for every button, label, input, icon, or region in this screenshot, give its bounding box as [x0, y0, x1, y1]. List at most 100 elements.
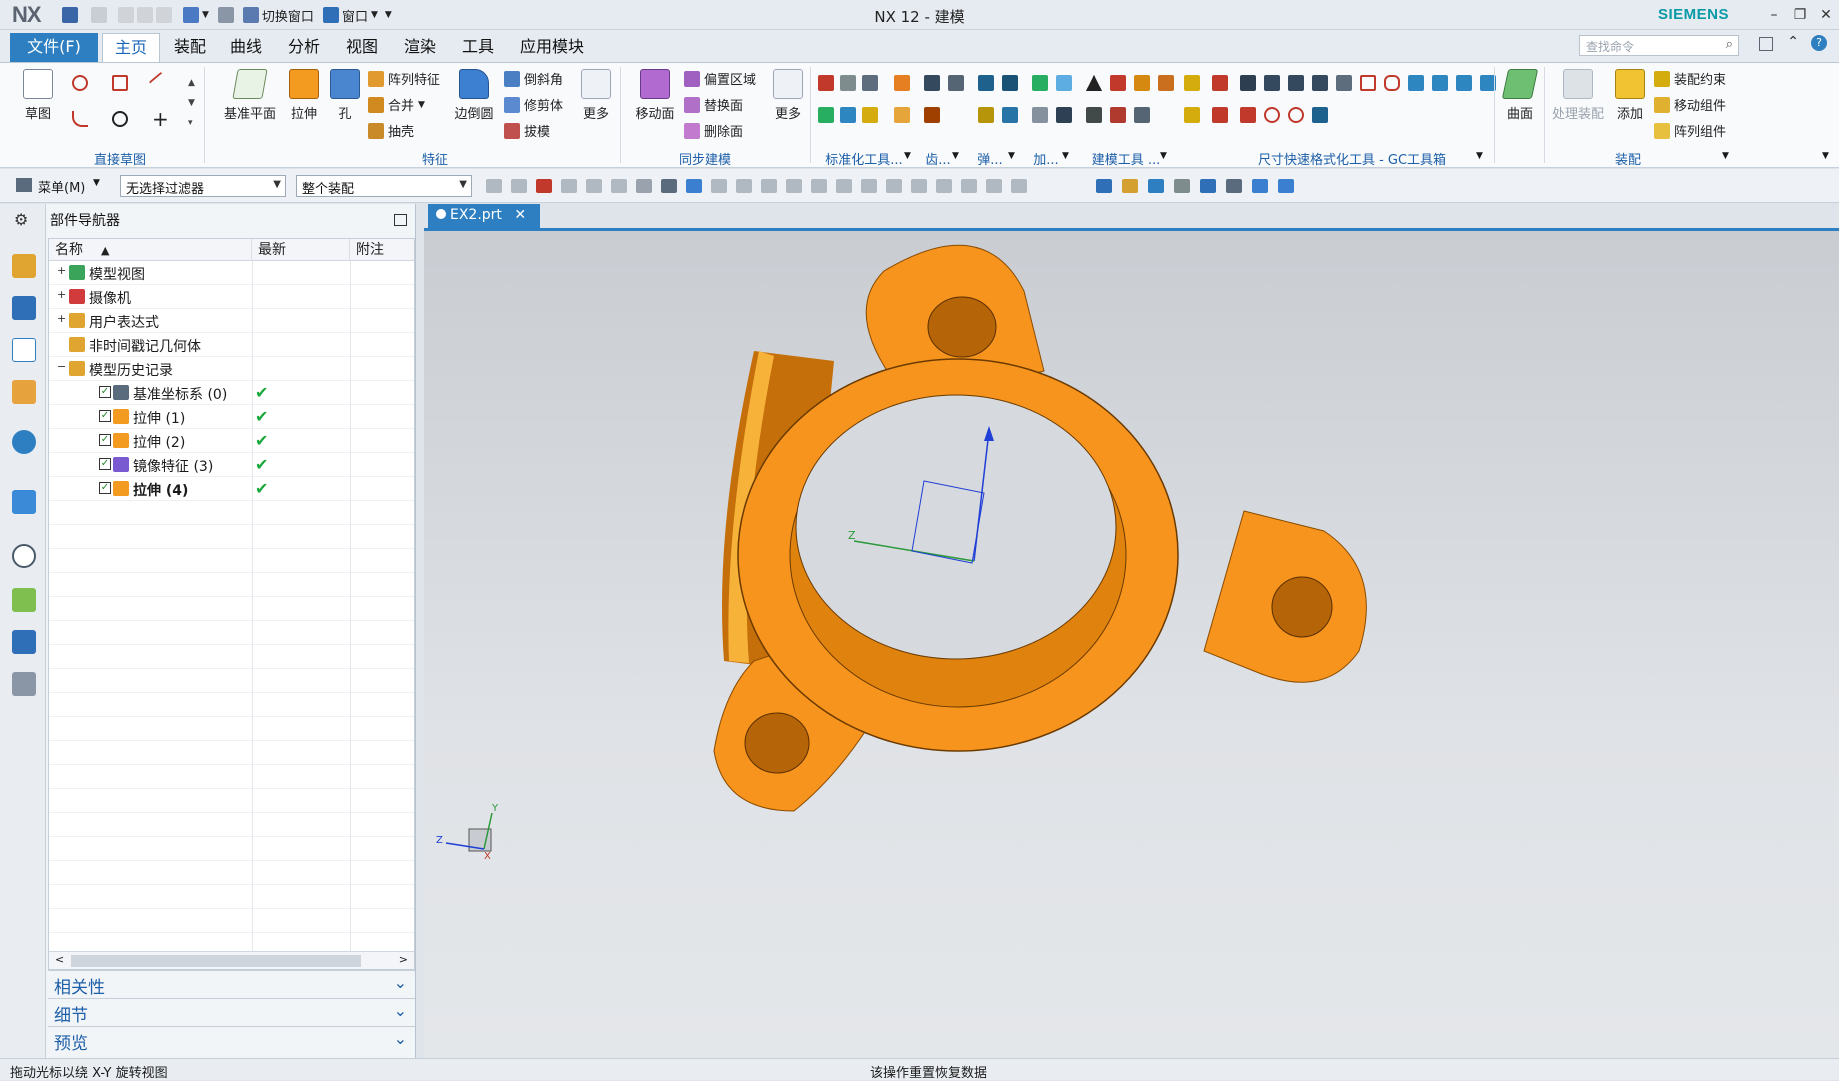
dimension-tool-icon[interactable]: [1240, 75, 1256, 91]
shell-button[interactable]: 抽壳: [368, 121, 414, 140]
menu-icon[interactable]: [16, 178, 32, 192]
snap-point-icon[interactable]: [836, 179, 852, 193]
circle-icon[interactable]: [112, 111, 128, 127]
tree-row[interactable]: + 摄像机: [49, 285, 414, 309]
more-features-button[interactable]: 更多: [578, 69, 614, 122]
chevron-down-icon[interactable]: ▼: [93, 178, 100, 188]
assembly-navigator-icon[interactable]: [12, 254, 36, 278]
graphics-window[interactable]: Z Y Z X: [424, 228, 1839, 1062]
unite-button[interactable]: 合并 ▼: [368, 95, 425, 114]
model-view[interactable]: Z Y Z X: [424, 231, 1839, 1062]
snap-point-icon[interactable]: [511, 179, 527, 193]
customize-qa-icon[interactable]: ▼: [385, 10, 392, 20]
view-tool-icon[interactable]: [1174, 179, 1190, 193]
top-lug-hole[interactable]: [927, 296, 997, 358]
edge-blend-button[interactable]: 边倒圆: [450, 69, 498, 122]
command-search-input[interactable]: 查找命令: [1579, 35, 1739, 56]
move-component-button[interactable]: 移动组件: [1654, 95, 1726, 114]
scroll-right-icon[interactable]: >: [399, 953, 408, 966]
chevron-down-icon[interactable]: ▼: [1062, 151, 1069, 161]
point-icon[interactable]: +: [152, 107, 169, 131]
spring-icon[interactable]: [978, 107, 994, 123]
ribbon-options-chevron-icon[interactable]: ▼: [1822, 151, 1829, 161]
offset-region-button[interactable]: 偏置区域: [684, 69, 756, 88]
chevron-down-icon[interactable]: ▼: [1008, 151, 1015, 161]
snap-point-icon[interactable]: [786, 179, 802, 193]
move-face-button[interactable]: 移动面: [630, 69, 680, 122]
view-tool-icon[interactable]: [1226, 179, 1242, 193]
add-component-button[interactable]: 添加: [1612, 69, 1648, 122]
window-menu-button[interactable]: 窗口: [342, 6, 368, 25]
replace-face-button[interactable]: 替换面: [684, 95, 743, 114]
part-navigator-icon[interactable]: [12, 338, 36, 362]
hd3d-tools-icon[interactable]: [12, 430, 36, 454]
window-icon[interactable]: [322, 7, 339, 23]
snap-point-icon[interactable]: [536, 179, 552, 193]
snap-point-icon[interactable]: [911, 179, 927, 193]
tree-row[interactable]: ✓ 镜像特征 (3) ✔: [49, 453, 414, 477]
machining-icon[interactable]: [1056, 75, 1072, 91]
arc-icon[interactable]: [72, 111, 88, 127]
view-tool-icon[interactable]: [1252, 179, 1268, 193]
dimension-tool-icon[interactable]: [1408, 75, 1424, 91]
gear-icon[interactable]: [948, 75, 964, 91]
type-filter-select[interactable]: 无选择过滤器 ▼: [120, 175, 286, 197]
pattern-feature-button[interactable]: 阵列特征: [368, 69, 440, 88]
tool-icon[interactable]: [862, 107, 878, 123]
tool-icon[interactable]: [862, 75, 878, 91]
profile-icon[interactable]: [72, 75, 88, 91]
tree-row[interactable]: ✓ 拉伸 (4) ✔: [49, 477, 414, 501]
close-icon[interactable]: ✕: [514, 207, 526, 223]
snap-point-icon[interactable]: [961, 179, 977, 193]
chevron-down-icon[interactable]: ▼: [1722, 151, 1729, 161]
view-tool-icon[interactable]: [1278, 179, 1294, 193]
snap-point-icon[interactable]: [711, 179, 727, 193]
scroll-left-icon[interactable]: <: [55, 953, 64, 966]
snap-point-icon[interactable]: [1011, 179, 1027, 193]
tab-tools[interactable]: 工具: [450, 33, 506, 62]
dimension-tool-icon[interactable]: [1212, 75, 1228, 91]
feature-suppress-checkbox[interactable]: ✓: [99, 386, 111, 398]
modeling-tool-icon[interactable]: [1086, 107, 1102, 123]
modeling-tool-icon[interactable]: [1184, 107, 1200, 123]
tab-home[interactable]: 主页: [102, 33, 161, 62]
line-icon[interactable]: [148, 71, 172, 95]
dimension-tool-icon[interactable]: [1432, 75, 1448, 91]
dimension-tool-icon[interactable]: [1336, 75, 1352, 91]
snap-point-icon[interactable]: [736, 179, 752, 193]
chevron-down-icon[interactable]: ▼: [202, 10, 209, 20]
expand-icon[interactable]: +: [57, 289, 67, 300]
gear-icon[interactable]: [924, 75, 940, 91]
help-icon[interactable]: ?: [1811, 35, 1827, 51]
snap-point-icon[interactable]: [886, 179, 902, 193]
web-browser-icon[interactable]: [12, 490, 36, 514]
reuse-library-icon[interactable]: [12, 380, 36, 404]
ribbon-options-icon[interactable]: [1759, 37, 1773, 51]
search-icon[interactable]: ⌕: [1726, 37, 1733, 52]
undo-icon[interactable]: [91, 7, 107, 23]
save-icon[interactable]: [62, 7, 78, 23]
datum-plane-button[interactable]: 基准平面: [220, 69, 280, 122]
gear-icon[interactable]: ⚙: [14, 210, 28, 229]
bracket-part[interactable]: Z: [713, 244, 1367, 812]
tab-analysis[interactable]: 分析: [276, 33, 332, 62]
view-tool-icon[interactable]: [1122, 179, 1138, 193]
tree-row[interactable]: ✓ 基准坐标系 (0) ✔: [49, 381, 414, 405]
sketch-gallery-scroll[interactable]: ▲ ▼ ▾: [188, 73, 195, 133]
chevron-down-icon[interactable]: ▼: [904, 151, 911, 161]
more-sync-button[interactable]: 更多: [770, 69, 806, 122]
panel-dependencies[interactable]: 相关性 ⌄: [48, 970, 415, 998]
dimension-tool-icon[interactable]: [1360, 75, 1376, 91]
snap-point-icon[interactable]: [586, 179, 602, 193]
cut-icon[interactable]: [118, 7, 134, 23]
snap-point-icon[interactable]: [936, 179, 952, 193]
layout-icon[interactable]: [183, 7, 199, 23]
modeling-tool-icon[interactable]: [1134, 107, 1150, 123]
tree-row[interactable]: + 模型视图: [49, 261, 414, 285]
tool-icon[interactable]: [840, 107, 856, 123]
constraint-navigator-icon[interactable]: [12, 296, 36, 320]
tool-icon[interactable]: [894, 107, 910, 123]
column-header-notes[interactable]: 附注: [350, 239, 414, 261]
navigator-tree[interactable]: 名称 ▲ 最新 附注 + 模型视图 + 摄像机 + 用户表达式 非时间戳记几何体 − 模型历史记录…: [48, 238, 415, 970]
tree-row[interactable]: ✓ 拉伸 (2) ✔: [49, 429, 414, 453]
